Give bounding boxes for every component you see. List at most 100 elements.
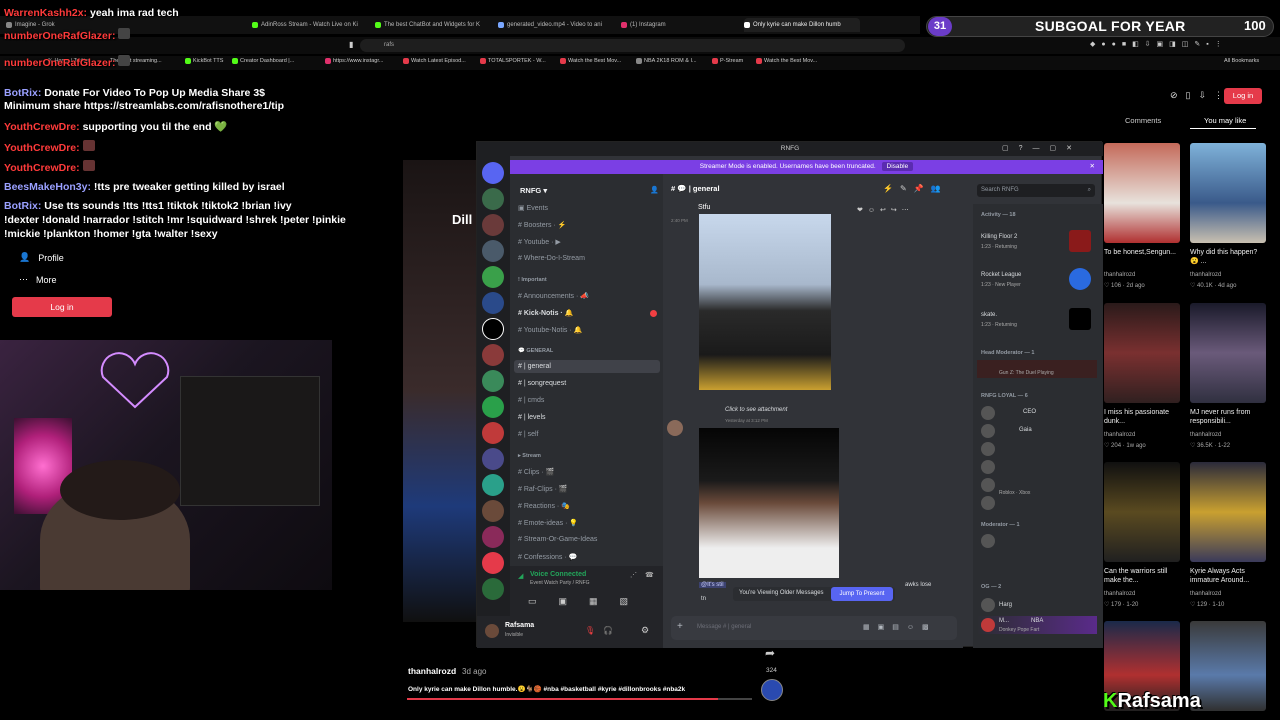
category-header[interactable]: ! Important: [518, 277, 547, 283]
browser-tab[interactable]: (1) Instagram: [621, 18, 733, 32]
server-icon[interactable]: [482, 344, 504, 366]
server-icon[interactable]: [482, 448, 504, 470]
window-controls[interactable]: ▢?—▢✕: [1002, 144, 1082, 152]
video-caption[interactable]: Kyrie Always Acts immature Around...: [1190, 568, 1266, 585]
server-icon[interactable]: [482, 214, 504, 236]
channel-item[interactable]: # Confessions · 💬: [518, 553, 577, 561]
server-icon[interactable]: [482, 292, 504, 314]
server-icon[interactable]: [482, 500, 504, 522]
server-icon[interactable]: [482, 266, 504, 288]
address-bar[interactable]: rafs: [360, 39, 905, 52]
tab-you-may-like[interactable]: You may like: [1204, 116, 1246, 125]
input-tool-icons[interactable]: ▦▣▤☺▩: [863, 623, 937, 631]
video-caption[interactable]: Can the warriors still make the...: [1104, 568, 1180, 585]
browser-tab-active[interactable]: Only kyrie can make Dillon humb: [744, 18, 860, 32]
member-name[interactable]: Harg: [999, 602, 1012, 608]
voice-controls[interactable]: ⋰☎: [630, 571, 662, 579]
category-header[interactable]: ▸ Stream: [518, 453, 541, 459]
video-thumbnail[interactable]: [1190, 303, 1266, 403]
all-bookmarks[interactable]: All Bookmarks: [1224, 58, 1259, 64]
avatar[interactable]: [981, 496, 995, 510]
bookmark-item[interactable]: https://www.instagr...: [325, 58, 383, 64]
avatar[interactable]: [981, 424, 995, 438]
avatar[interactable]: [981, 598, 995, 612]
add-friend-icon[interactable]: 👤: [650, 186, 659, 194]
avatar[interactable]: [981, 478, 995, 492]
activity-game[interactable]: Rocket League: [981, 272, 1021, 278]
video-caption[interactable]: Why did this happen?😮 ...: [1190, 249, 1266, 266]
bookmark-item[interactable]: TOTALSPORTEK - W...: [480, 58, 546, 64]
mute-deafen-icons[interactable]: 🎙🎧: [585, 626, 621, 635]
activity-game[interactable]: Killing Floor 2: [981, 234, 1017, 240]
bookmark-item[interactable]: NBA 2K18 ROM & I...: [636, 58, 697, 64]
search-input[interactable]: Search RNFG ⌕: [977, 184, 1095, 197]
channel-item[interactable]: # Boosters · ⚡: [518, 221, 566, 229]
share-icon[interactable]: ➦: [765, 646, 775, 660]
image-attachment[interactable]: [699, 214, 831, 390]
server-icon[interactable]: [482, 578, 504, 600]
bookmark-item[interactable]: Watch the Best Mov...: [560, 58, 621, 64]
video-thumbnail[interactable]: [1104, 462, 1180, 562]
nav-profile[interactable]: 👤 Profile: [19, 252, 64, 263]
avatar[interactable]: [981, 534, 995, 548]
member-name[interactable]: M...: [999, 618, 1009, 624]
channel-item[interactable]: # | self: [518, 431, 539, 438]
server-icon[interactable]: [482, 240, 504, 262]
video-caption[interactable]: MJ never runs from responsibili...: [1190, 409, 1266, 426]
image-attachment[interactable]: [699, 428, 839, 578]
message-input[interactable]: + Message # | general ▦▣▤☺▩: [671, 616, 957, 640]
kick-login-button[interactable]: Log in: [12, 297, 112, 317]
channel-events[interactable]: ▣ Events: [518, 204, 548, 212]
settings-icon[interactable]: ⚙: [641, 625, 649, 636]
channel-item[interactable]: # Youtube · ▶: [518, 238, 561, 246]
channel-item[interactable]: # Youtube-Notis · 🔔: [518, 326, 582, 334]
message-mention[interactable]: @It's stil: [699, 582, 726, 588]
bookmark-icon[interactable]: ▮: [349, 40, 353, 49]
channel-item[interactable]: # Clips · 🎬: [518, 468, 554, 476]
avatar[interactable]: [981, 618, 995, 632]
close-icon[interactable]: ✕: [1090, 160, 1095, 174]
server-icon[interactable]: [482, 552, 504, 574]
jump-to-present-button[interactable]: Jump To Present: [831, 587, 893, 601]
browser-tab[interactable]: AdinRoss Stream - Watch Live on Ki: [252, 18, 364, 32]
channel-item[interactable]: # | levels: [518, 414, 546, 421]
video-thumbnail[interactable]: [1104, 143, 1180, 243]
channel-item[interactable]: # | songrequest: [518, 380, 566, 387]
bookmark-item[interactable]: KickBot TTS: [185, 58, 223, 64]
server-icon[interactable]: [482, 370, 504, 392]
server-icon[interactable]: [482, 474, 504, 496]
channel-item[interactable]: # Announcements · 📣: [518, 292, 589, 300]
browser-tab[interactable]: The best ChatBot and Widgets for K: [375, 18, 487, 32]
server-icon[interactable]: [482, 526, 504, 548]
bookmark-item[interactable]: Watch Latest Episod...: [403, 58, 466, 64]
browser-tab[interactable]: generated_video.mp4 - Video to ani: [498, 18, 610, 32]
video-caption[interactable]: I miss his passionate dunk...: [1104, 409, 1180, 426]
tiktok-login-button[interactable]: Log in: [1224, 88, 1262, 104]
video-caption[interactable]: To be honest,Sengun...: [1104, 249, 1180, 258]
extension-icons[interactable]: ◆●●■◧⇩▣◨◫✎▪⋮: [1090, 40, 1228, 48]
voice-action-buttons[interactable]: ▭▣▦▧: [528, 596, 650, 607]
avatar[interactable]: [667, 420, 683, 436]
attachment-link[interactable]: Click to see attachment: [725, 407, 787, 413]
bookmark-item[interactable]: Watch the Best Mov...: [756, 58, 817, 64]
channel-item[interactable]: # Emote-ideas · 💡: [518, 519, 578, 527]
nav-more[interactable]: ⋯ More: [19, 274, 57, 285]
tab-comments[interactable]: Comments: [1125, 116, 1161, 125]
avatar[interactable]: [981, 406, 995, 420]
voice-channel[interactable]: Event Watch Party / RNFG: [530, 580, 590, 586]
channel-item[interactable]: # Raf-Clips · 🎬: [518, 485, 568, 493]
tiktok-header-icons[interactable]: ⊘▯⇩⋮: [1170, 90, 1231, 101]
server-icon[interactable]: [482, 188, 504, 210]
avatar[interactable]: [981, 442, 995, 456]
activity-game[interactable]: skate.: [981, 312, 997, 318]
server-icon[interactable]: [482, 162, 504, 184]
disable-streamer-mode-button[interactable]: Disable: [881, 162, 914, 171]
channel-item[interactable]: # Stream-Or-Game-Ideas: [518, 536, 597, 543]
bookmark-item[interactable]: Creator Dashboard |...: [232, 58, 294, 64]
video-thumbnail[interactable]: [1104, 303, 1180, 403]
header-tool-icons[interactable]: ⚡✎📌👥: [883, 184, 948, 193]
channel-item[interactable]: # Reactions · 🎭: [518, 502, 570, 510]
video-author[interactable]: thanhalrozd: [408, 666, 456, 676]
message-action-icons[interactable]: ❤☺↩↪⋯: [857, 206, 914, 214]
channel-item[interactable]: # | cmds: [518, 397, 544, 404]
